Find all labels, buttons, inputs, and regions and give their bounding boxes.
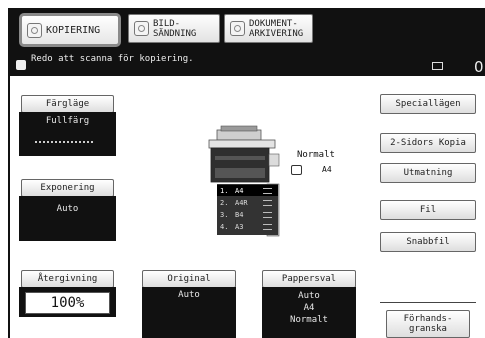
paper-type-value: Normalt xyxy=(290,315,328,325)
tab-copying[interactable]: KOPIERING xyxy=(19,13,121,47)
tray-level-icon xyxy=(263,223,272,230)
page-count-icon xyxy=(432,62,443,70)
tab-copying-label: KOPIERING xyxy=(46,24,101,36)
color-mode-button[interactable]: Färgläge xyxy=(21,95,114,113)
tray-size: A4R xyxy=(235,198,248,207)
special-modes-button[interactable]: Speciallägen xyxy=(380,94,476,114)
paper-size-value: A4 xyxy=(303,303,315,313)
preview-label-1: Förhands- xyxy=(403,314,453,324)
file-button[interactable]: Fil xyxy=(380,200,476,220)
paper-select-button[interactable]: Pappersval xyxy=(262,270,356,288)
quick-file-button[interactable]: Snabbfil xyxy=(380,232,476,252)
tab-image-send-label-2: SÄNDNING xyxy=(153,28,197,39)
tray-level-icon xyxy=(263,187,272,194)
original-value: Auto xyxy=(178,290,200,300)
preview-label-2: granska xyxy=(409,324,447,334)
divider xyxy=(380,302,476,303)
paper-mode-value: Auto xyxy=(298,291,320,301)
reproduction-ratio: 100% xyxy=(25,292,110,314)
paper-tray-list: 1. A4 2. A4R 3. B4 4. A3 xyxy=(217,184,278,235)
status-bar: Redo att scanna för kopiering. 0 xyxy=(8,53,485,76)
duplex-copy-button[interactable]: 2-Sidors Kopia xyxy=(380,133,476,153)
tab-document-filing-label-1: DOKUMENT- xyxy=(249,18,298,29)
output-tray-icon xyxy=(291,165,302,175)
tray-level-icon xyxy=(263,199,272,206)
tray-size: B4 xyxy=(235,210,244,219)
reproduction-panel: 100% xyxy=(19,287,116,317)
tray-number: 3. xyxy=(220,210,229,219)
tab-document-filing[interactable]: DOKUMENT- ARKIVERING xyxy=(224,14,313,43)
original-panel: Auto xyxy=(142,287,236,338)
paper-select-panel: Auto A4 Normalt xyxy=(262,287,356,338)
tab-document-filing-label-2: ARKIVERING xyxy=(249,28,304,39)
copy-icon xyxy=(27,22,42,38)
tray-size: A4 xyxy=(235,186,244,195)
preview-button[interactable]: Förhands- granska xyxy=(386,310,470,338)
tray-number: 1. xyxy=(220,186,229,195)
output-button[interactable]: Utmatning xyxy=(380,163,476,183)
output-tray-label: Normalt xyxy=(297,150,335,160)
tray-number: 2. xyxy=(220,198,229,207)
tray-item[interactable]: 2. A4R xyxy=(217,197,278,208)
reproduction-button[interactable]: Återgivning xyxy=(21,270,114,288)
exposure-value: Auto xyxy=(56,204,79,214)
image-send-icon xyxy=(134,21,149,36)
tray-level-icon xyxy=(263,211,272,218)
color-level-indicator xyxy=(35,141,93,143)
color-mode-value: Fullfärg xyxy=(45,116,90,126)
tab-image-send[interactable]: BILD- SÄNDNING xyxy=(128,14,220,43)
document-filing-icon xyxy=(230,21,245,36)
tray-item[interactable]: 3. B4 xyxy=(217,209,278,220)
color-mode-panel: Fullfärg xyxy=(19,112,116,156)
tab-image-send-label-1: BILD- xyxy=(153,18,181,29)
exposure-button[interactable]: Exponering xyxy=(21,179,114,197)
output-paper-size: A4 xyxy=(322,165,332,174)
tray-size: A3 xyxy=(235,222,244,231)
original-button[interactable]: Original xyxy=(142,270,236,288)
status-message: Redo att scanna för kopiering. xyxy=(31,54,194,64)
exposure-panel: Auto xyxy=(19,196,116,241)
tray-item[interactable]: 1. A4 xyxy=(217,185,278,196)
tray-item[interactable]: 4. A3 xyxy=(217,221,278,232)
status-icon xyxy=(16,60,26,70)
copy-count: 0 xyxy=(474,58,484,76)
tray-number: 4. xyxy=(220,222,229,231)
